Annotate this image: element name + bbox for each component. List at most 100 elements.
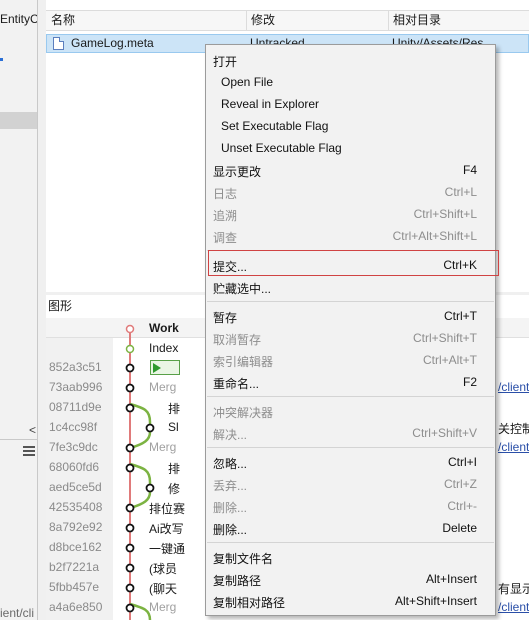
column-header-name[interactable]: 名称: [46, 11, 246, 30]
commit-hash: 08711d9e: [49, 400, 102, 414]
context-menu: 打开 Open File Reveal in Explorer Set Exec…: [205, 44, 496, 616]
menu-item-label: 提交...: [213, 260, 248, 274]
commit-path-link[interactable]: /client: [498, 600, 529, 614]
commit-hash: 73aab996: [49, 380, 103, 394]
menu-separator: [207, 250, 494, 251]
menu-item-label: 暂存: [213, 311, 238, 325]
commit-hash: 7fe3c9dc: [49, 440, 98, 454]
menu-item-shortcut: F4: [462, 163, 477, 177]
menu-item-blame[interactable]: 追溯 Ctrl+Shift+L: [206, 203, 495, 225]
menu-item-shortcut: Delete: [442, 521, 477, 535]
menu-item-open[interactable]: 打开: [206, 49, 495, 71]
menu-item-investigate[interactable]: 调查 Ctrl+Alt+Shift+L: [206, 225, 495, 247]
menu-item-label: 重命名...: [213, 377, 260, 391]
menu-item-unset-executable-flag[interactable]: Unset Executable Flag: [206, 137, 495, 159]
menu-item-stash-selected[interactable]: 贮藏选中...: [206, 276, 495, 298]
menu-item-stage[interactable]: 暂存 Ctrl+T: [206, 305, 495, 327]
commit-right-text: 关控制: [498, 422, 529, 436]
commit-hash: 852a3c51: [49, 360, 102, 374]
column-header-directory[interactable]: 相对目录: [388, 11, 529, 30]
menu-item-open-file[interactable]: Open File: [206, 71, 495, 93]
menu-item-shortcut: Ctrl+Shift+L: [413, 207, 477, 221]
hamburger-menu-icon[interactable]: [23, 446, 35, 456]
branch-badge[interactable]: [150, 360, 180, 375]
commit-subject: Sl: [168, 420, 179, 434]
menu-item-unstage[interactable]: 取消暂存 Ctrl+Shift+T: [206, 327, 495, 349]
menu-item-label: Open File: [221, 75, 274, 89]
commit-hash: b2f7221a: [49, 560, 100, 574]
commit-subject: Work: [149, 321, 179, 335]
column-header-status[interactable]: 修改: [246, 11, 388, 30]
menu-item-ignore[interactable]: 忽略... Ctrl+I: [206, 451, 495, 473]
menu-item-label: 丢弃...: [213, 479, 248, 493]
menu-separator: [207, 542, 494, 543]
commit-hash: aed5ce5d: [49, 480, 102, 494]
menu-item-resolve[interactable]: 解决... Ctrl+Shift+V: [206, 422, 495, 444]
graph-panel-title: 图形: [48, 299, 73, 313]
commit-hash: a4a6e850: [49, 600, 103, 614]
menu-item-log[interactable]: 日志 Ctrl+L: [206, 181, 495, 203]
menu-separator: [207, 447, 494, 448]
menu-item-copy-path[interactable]: 复制路径 Alt+Insert: [206, 568, 495, 590]
menu-item-label: 冲突解决器: [213, 406, 274, 420]
menu-item-shortcut: Ctrl+Z: [444, 477, 477, 491]
commit-path-link[interactable]: /client: [498, 380, 529, 394]
menu-item-shortcut: Ctrl+Alt+T: [422, 353, 477, 367]
menu-item-set-executable-flag[interactable]: Set Executable Flag: [206, 115, 495, 137]
left-panel-top-text: EntityC: [0, 12, 38, 26]
commit-subject: 排: [168, 462, 181, 476]
commit-subject: Merg: [149, 600, 177, 614]
menu-item-shortcut: Alt+Insert: [425, 572, 477, 586]
commit-hash: 8a792e92: [49, 520, 103, 534]
menu-item-label: Set Executable Flag: [221, 119, 329, 133]
commit-path-link[interactable]: /client: [498, 440, 529, 454]
commit-subject: Merg: [149, 380, 177, 394]
menu-item-label: 打开: [213, 55, 238, 69]
commit-subject: Merg: [149, 440, 177, 454]
commit-subject: Index: [149, 341, 179, 355]
menu-item-reveal-in-explorer[interactable]: Reveal in Explorer: [206, 93, 495, 115]
commit-hash: 5fbb457e: [49, 580, 100, 594]
menu-separator: [207, 301, 494, 302]
commit-subject: 排: [168, 402, 181, 416]
menu-item-label: 复制路径: [213, 574, 262, 588]
menu-item-copy-relative-path[interactable]: 复制相对路径 Alt+Shift+Insert: [206, 590, 495, 612]
menu-item-label: 删除...: [213, 523, 248, 537]
menu-item-shortcut: Ctrl+-: [447, 499, 477, 513]
menu-item-show-changes[interactable]: 显示更改 F4: [206, 159, 495, 181]
menu-separator: [207, 396, 494, 397]
menu-item-label: 显示更改: [213, 165, 262, 179]
menu-item-rename[interactable]: 重命名... F2: [206, 371, 495, 393]
menu-item-label: 贮藏选中...: [213, 282, 272, 296]
left-panel-bottom-text: ient/cli: [0, 606, 35, 620]
menu-item-copy-file-name[interactable]: 复制文件名: [206, 546, 495, 568]
left-panel-divider: [0, 439, 37, 440]
file-icon: [53, 37, 64, 50]
left-panel-selected-row[interactable]: [0, 112, 37, 129]
commit-hash: d8bce162: [49, 540, 102, 554]
menu-item-shortcut: Ctrl+I: [447, 455, 477, 469]
menu-item-index-editor[interactable]: 索引编辑器 Ctrl+Alt+T: [206, 349, 495, 371]
menu-item-discard[interactable]: 丢弃... Ctrl+Z: [206, 473, 495, 495]
commit-subject: 修: [168, 482, 181, 496]
menu-item-shortcut: Ctrl+Alt+Shift+L: [392, 229, 477, 243]
commit-subject: Ai改写: [149, 522, 184, 536]
commit-hash: 1c4cc98f: [49, 420, 98, 434]
menu-item-label: 删除...: [213, 501, 248, 515]
commit-right-text: 有显示: [498, 582, 529, 596]
menu-item-remove[interactable]: 删除... Ctrl+-: [206, 495, 495, 517]
left-panel-marker: [0, 58, 3, 61]
commit-hash: 68060fd6: [49, 460, 100, 474]
menu-item-conflict-solver[interactable]: 冲突解决器: [206, 400, 495, 422]
vertical-splitter[interactable]: [38, 0, 46, 620]
menu-item-delete[interactable]: 删除... Delete: [206, 517, 495, 539]
menu-item-label: 调查: [213, 231, 238, 245]
menu-item-commit[interactable]: 提交... Ctrl+K: [206, 254, 495, 276]
menu-item-label: Reveal in Explorer: [221, 97, 320, 111]
menu-item-label: 索引编辑器: [213, 355, 274, 369]
commit-subject: 排位赛: [149, 502, 186, 516]
menu-item-label: 解决...: [213, 428, 248, 442]
menu-item-shortcut: Ctrl+T: [444, 309, 477, 323]
scroll-left-arrow-icon[interactable]: <: [27, 423, 37, 437]
commit-subject: (球员: [149, 562, 177, 576]
